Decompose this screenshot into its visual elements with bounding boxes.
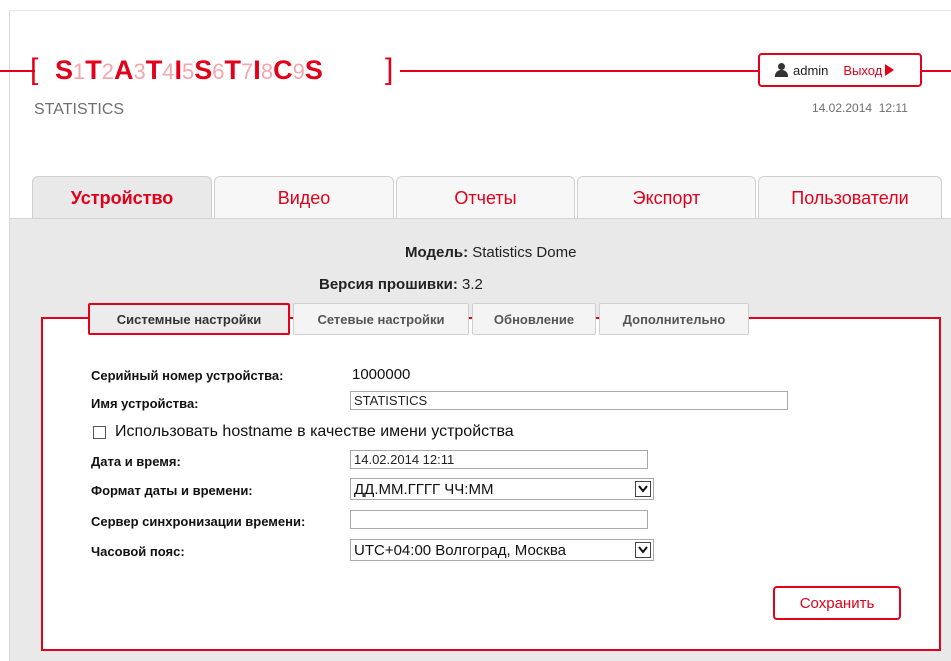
brand-subtitle: STATISTICS: [34, 101, 125, 118]
logo-digit: 9: [292, 59, 305, 84]
subtab-system[interactable]: Системные настройки: [88, 303, 290, 335]
timezone-select[interactable]: UTC+04:00 Волгоград, Москва: [350, 539, 654, 561]
subtab-advanced[interactable]: Дополнительно: [599, 303, 749, 335]
logo-letter: T: [85, 55, 102, 85]
hostname-checkbox[interactable]: [93, 425, 106, 439]
firmware-value: 3.2: [462, 276, 483, 293]
subtab-update[interactable]: Обновление: [472, 303, 596, 335]
logo-letter: T: [224, 55, 242, 85]
logo-letter: I: [253, 55, 261, 85]
sub-tabs: Системные настройки Сетевые настройки Об…: [88, 303, 752, 337]
model-value: Statistics Dome: [472, 244, 577, 261]
logo-digit: 8: [260, 59, 274, 84]
header-rule-middle: [400, 70, 758, 72]
logo: S1T2A3T4I5S6T7I8C9S: [55, 52, 323, 90]
logo-digit: 1: [73, 59, 86, 84]
logout-arrow-icon[interactable]: [885, 64, 895, 76]
page-frame-top: [9, 10, 951, 11]
model-label: Модель:: [405, 244, 469, 261]
logo-letter: I: [174, 55, 183, 85]
logo-digit: 4: [162, 59, 175, 84]
tab-reports[interactable]: Отчеты: [396, 176, 575, 219]
subtab-network[interactable]: Сетевые настройки: [293, 303, 469, 335]
hostname-checkbox-row[interactable]: Использовать hostname в качестве имени у…: [93, 423, 514, 441]
hostname-checkbox-label: Использовать hostname в качестве имени у…: [115, 423, 514, 440]
logo-digit: 2: [101, 59, 115, 84]
tab-device[interactable]: Устройство: [32, 176, 212, 219]
logout-link[interactable]: Выход: [843, 63, 882, 78]
datetime-label: Дата и время:: [91, 454, 181, 469]
user-box: admin Выход: [758, 53, 922, 87]
chevron-down-icon[interactable]: [635, 481, 651, 497]
logo-digit: 7: [241, 59, 254, 84]
save-button[interactable]: Сохранить: [773, 586, 901, 620]
tab-export[interactable]: Экспорт: [577, 176, 756, 219]
logo-digit: 5: [182, 59, 195, 84]
header-rule-right: [922, 70, 951, 72]
username: admin: [793, 62, 829, 78]
logo-letter: A: [114, 55, 134, 85]
firmware-row: Версия прошивки: 3.2: [319, 276, 483, 293]
serial-value: 1000000: [352, 366, 411, 383]
datetime-input[interactable]: 14.02.2014 12:11: [350, 450, 648, 469]
model-row: Модель: Statistics Dome: [405, 244, 576, 261]
logo-bracket-right: ]: [385, 53, 394, 86]
logo-letter: C: [273, 55, 293, 85]
logo-letter: S: [55, 55, 74, 85]
chevron-down-icon[interactable]: [635, 542, 651, 558]
ntp-input[interactable]: [350, 510, 648, 529]
ntp-label: Сервер синхронизации времени:: [91, 514, 306, 529]
logo-letter: S: [304, 55, 323, 85]
logo-letter: S: [194, 55, 213, 85]
header-datetime: 14.02.2014 12:11: [812, 101, 908, 115]
serial-label: Серийный номер устройства:: [91, 368, 284, 383]
tab-video[interactable]: Видео: [214, 176, 394, 219]
timezone-select-value: UTC+04:00 Волгоград, Москва: [354, 541, 566, 559]
main-tabs: Устройство Видео Отчеты Экспорт Пользова…: [32, 176, 944, 219]
logo-digit: 3: [133, 59, 146, 84]
format-label: Формат даты и времени:: [91, 483, 253, 498]
timezone-label: Часовой пояс:: [91, 544, 185, 559]
format-select[interactable]: ДД.ММ.ГГГГ ЧЧ:ММ: [350, 478, 654, 500]
device-name-label: Имя устройства:: [91, 396, 199, 411]
tab-users[interactable]: Пользователи: [758, 176, 942, 219]
logo-digit: 6: [212, 59, 225, 84]
firmware-label: Версия прошивки:: [319, 276, 458, 293]
logo-letter: T: [145, 55, 163, 85]
logo-bracket-left: [: [30, 53, 39, 86]
device-name-input[interactable]: STATISTICS: [350, 391, 788, 410]
user-icon: [774, 63, 788, 77]
format-select-value: ДД.ММ.ГГГГ ЧЧ:ММ: [354, 480, 494, 498]
